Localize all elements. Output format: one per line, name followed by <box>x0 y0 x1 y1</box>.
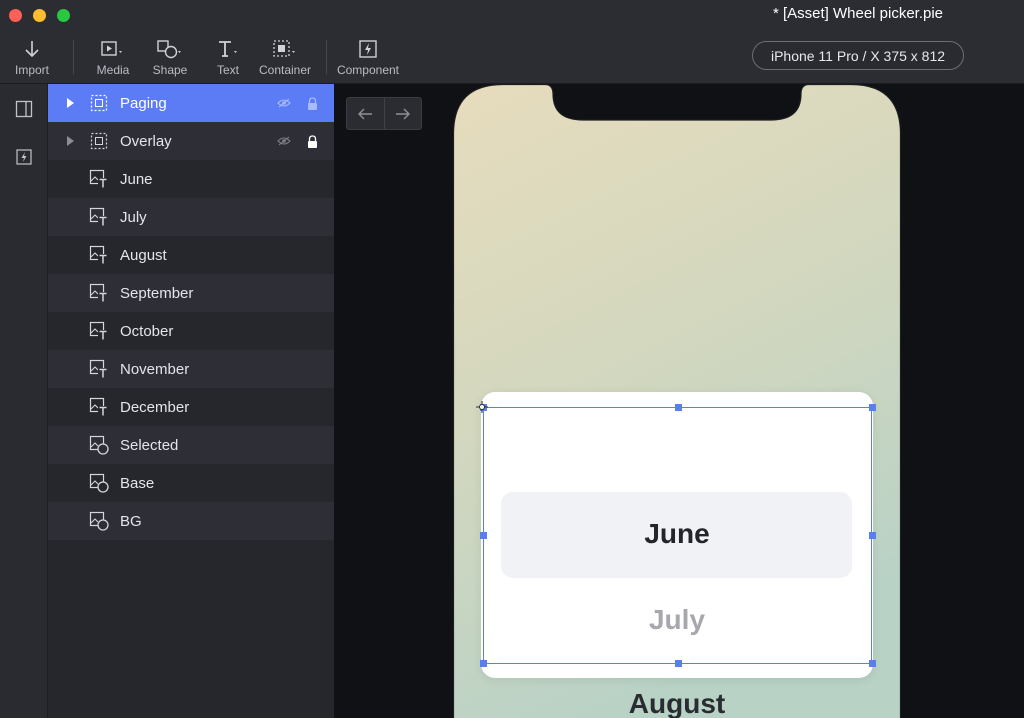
visibility-toggle-icon[interactable] <box>277 96 291 110</box>
media-label: Media <box>96 63 130 77</box>
text-button[interactable]: Text <box>210 38 246 78</box>
import-label: Import <box>14 63 49 77</box>
container-icon <box>258 38 312 60</box>
container-icon <box>89 93 109 113</box>
layer-name: Selected <box>120 436 179 454</box>
container-label: Container <box>258 63 312 77</box>
shape-label: Shape <box>152 63 188 77</box>
resize-handle-bottom-right[interactable] <box>869 660 876 667</box>
forward-button[interactable] <box>383 98 421 129</box>
text-label: Text <box>216 63 239 77</box>
history-nav <box>346 97 422 130</box>
layer-row-october[interactable]: October <box>48 312 334 350</box>
text-image-icon <box>89 245 109 265</box>
component-button[interactable]: Component <box>336 38 400 78</box>
resize-handle-left[interactable] <box>480 532 487 539</box>
text-image-icon <box>89 321 109 341</box>
picker-third-month[interactable]: August <box>481 688 873 718</box>
close-window-button[interactable] <box>9 9 22 22</box>
components-panel-toggle[interactable] <box>14 147 34 167</box>
text-image-icon <box>89 359 109 379</box>
minimize-window-button[interactable] <box>33 9 46 22</box>
anchor-point-icon[interactable] <box>476 401 488 413</box>
resize-handle-right[interactable] <box>869 532 876 539</box>
layer-row-november[interactable]: November <box>48 350 334 388</box>
layer-name: July <box>120 208 147 226</box>
layer-row-overlay[interactable]: Overlay <box>48 122 334 160</box>
shape-image-icon <box>89 511 109 531</box>
resize-handle-bottom-left[interactable] <box>480 660 487 667</box>
text-icon <box>210 38 246 60</box>
shape-image-icon <box>89 473 109 493</box>
resize-handle-bottom[interactable] <box>675 660 682 667</box>
layer-name: Base <box>120 474 155 492</box>
layer-row-selected[interactable]: Selected <box>48 426 334 464</box>
shape-icon <box>150 38 190 60</box>
visibility-toggle-icon[interactable] <box>277 134 291 148</box>
component-label: Component <box>336 63 400 77</box>
container-icon <box>89 131 109 151</box>
toolbar-divider <box>326 40 327 74</box>
container-button[interactable]: Container <box>258 38 312 78</box>
resize-handle-top[interactable] <box>675 404 682 411</box>
layer-row-june[interactable]: June <box>48 160 334 198</box>
layers-panel: Paging Overlay June July August September Octo… <box>48 84 334 718</box>
layer-row-september[interactable]: September <box>48 274 334 312</box>
component-icon <box>336 38 400 60</box>
lock-toggle-icon[interactable] <box>306 96 318 110</box>
selection-bounding-box[interactable] <box>483 407 872 664</box>
layer-row-paging[interactable]: Paging <box>48 84 334 122</box>
layer-name: August <box>120 246 167 264</box>
expand-arrow-icon[interactable] <box>66 97 76 109</box>
expand-arrow-icon[interactable] <box>66 135 76 147</box>
back-button[interactable] <box>347 98 384 129</box>
toolbar-divider <box>73 40 74 74</box>
media-icon <box>92 38 134 60</box>
media-button[interactable]: Media <box>92 38 134 78</box>
layer-row-bg[interactable]: BG <box>48 502 334 540</box>
resize-handle-top-right[interactable] <box>869 404 876 411</box>
shape-image-icon <box>89 435 109 455</box>
layer-name: October <box>120 322 174 340</box>
layers-panel-toggle[interactable] <box>14 99 34 119</box>
lock-toggle-icon[interactable] <box>306 134 318 148</box>
zoom-window-button[interactable] <box>57 9 70 22</box>
text-image-icon <box>89 169 109 189</box>
layer-name: Overlay <box>120 132 172 150</box>
layer-name: BG <box>120 512 142 530</box>
side-strip <box>0 84 48 718</box>
device-selector[interactable]: iPhone 11 Pro / X 375 x 812 <box>752 41 964 70</box>
layer-name: Paging <box>120 94 167 112</box>
arrow-down-icon <box>12 38 52 60</box>
toolbar: * [Asset] Wheel picker.pie Import Media … <box>0 0 1024 84</box>
canvas[interactable]: June July August <box>334 84 1024 718</box>
layer-name: June <box>120 170 153 188</box>
layer-name: September <box>120 284 194 302</box>
layer-row-july[interactable]: July <box>48 198 334 236</box>
layer-name: November <box>120 360 190 378</box>
text-image-icon <box>89 397 109 417</box>
document-title: * [Asset] Wheel picker.pie <box>772 5 944 22</box>
arrow-left-icon <box>358 108 373 119</box>
text-image-icon <box>89 207 109 227</box>
component-icon <box>16 149 32 165</box>
layer-row-august[interactable]: August <box>48 236 334 274</box>
text-image-icon <box>89 283 109 303</box>
arrow-right-icon <box>395 108 410 119</box>
layer-row-december[interactable]: December <box>48 388 334 426</box>
panel-icon <box>15 100 33 118</box>
layer-row-base[interactable]: Base <box>48 464 334 502</box>
shape-button[interactable]: Shape <box>150 38 190 78</box>
import-button[interactable]: Import <box>12 38 52 78</box>
layer-name: December <box>120 398 190 416</box>
